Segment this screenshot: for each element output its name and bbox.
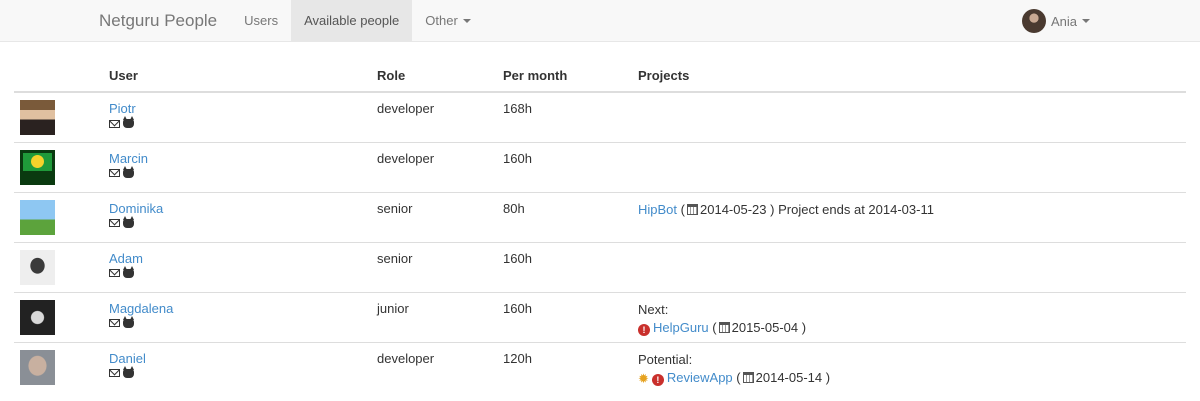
table-row: Adam senior 160h: [14, 241, 1186, 292]
caret-down-icon: [1082, 19, 1091, 23]
mail-icon[interactable]: [109, 219, 120, 227]
avatar: [20, 349, 55, 385]
role-cell: senior: [377, 191, 503, 242]
nav-available-people[interactable]: Available people: [291, 0, 413, 42]
per-month-cell: 168h: [503, 91, 638, 142]
mail-icon[interactable]: [109, 369, 120, 377]
avatar: [20, 249, 55, 285]
star-icon: ✹: [638, 370, 649, 386]
per-month-cell: 160h: [503, 241, 638, 292]
github-icon[interactable]: [123, 215, 134, 228]
project-date: 2014-05-14: [755, 369, 823, 385]
projects-cell: [638, 241, 1186, 292]
nav-other-label: Other: [425, 12, 458, 28]
mail-icon[interactable]: [109, 119, 120, 128]
user-name: Ania: [1051, 13, 1078, 29]
role-cell: senior: [377, 241, 503, 292]
table-header-row: User Role Per month Projects: [14, 68, 1186, 93]
brand[interactable]: Netguru People: [99, 0, 217, 42]
github-icon[interactable]: [123, 165, 134, 178]
paren-close: ): [801, 319, 807, 335]
paren-close: ): [770, 201, 775, 217]
nav-users-label: Users: [244, 12, 279, 28]
avatar: [20, 199, 55, 235]
navbar: Netguru People Users Available people Ot…: [0, 0, 1200, 42]
avatar: [20, 149, 55, 185]
header-per-month: Per month: [503, 68, 638, 93]
github-icon[interactable]: [123, 265, 134, 278]
role-cell: developer: [377, 141, 503, 192]
project-note: Project ends at 2014-03-11: [778, 201, 934, 217]
github-icon[interactable]: [123, 116, 134, 128]
header-role: Role: [377, 68, 503, 93]
table-row: Dominika senior 80h HipBot (2014-05-23 )…: [14, 191, 1186, 242]
per-month-cell: 160h: [503, 291, 638, 342]
projects-cell: [638, 91, 1186, 142]
project-link[interactable]: ReviewApp: [667, 370, 733, 385]
paren-open: (: [680, 201, 685, 217]
per-month-cell: 160h: [503, 141, 638, 192]
avatar: [1022, 9, 1046, 33]
avatar: [20, 100, 55, 135]
user-link[interactable]: Piotr: [109, 101, 136, 116]
mail-icon[interactable]: [109, 169, 120, 177]
role-cell: junior: [377, 291, 503, 342]
table-row: Marcin developer 160h: [14, 141, 1186, 192]
project-heading: Potential:: [638, 351, 693, 367]
table-row: Piotr developer 168h: [14, 91, 1186, 142]
header-projects: Projects: [638, 68, 1186, 93]
role-cell: developer: [377, 91, 503, 142]
calendar-icon: [742, 371, 754, 383]
alert-icon: !: [651, 373, 664, 386]
table-row: Daniel developer 120h Potential: ✹! Revie…: [14, 341, 1186, 392]
main-content: User Role Per month Projects Piotr devel…: [0, 42, 1200, 392]
header-user: User: [109, 68, 377, 93]
project-link[interactable]: HelpGuru: [653, 320, 709, 335]
project-date: 2015-05-04: [731, 319, 799, 335]
calendar-icon: [687, 203, 698, 215]
caret-down-icon: [462, 19, 471, 24]
mail-icon[interactable]: [109, 269, 120, 277]
projects-cell: [638, 141, 1186, 192]
github-icon[interactable]: [123, 315, 134, 328]
user-link[interactable]: Daniel: [109, 351, 146, 366]
user-link[interactable]: Dominika: [109, 201, 163, 216]
paren-open: (: [736, 369, 741, 385]
projects-cell: Next: ! HelpGuru (2015-05-04 ): [638, 291, 1186, 342]
main-nav: Users Available people Other: [231, 0, 484, 42]
user-link[interactable]: Magdalena: [109, 301, 173, 316]
per-month-cell: 80h: [503, 191, 638, 242]
paren-open: (: [712, 319, 717, 335]
header-avatar: [14, 68, 109, 93]
nav-users[interactable]: Users: [231, 0, 291, 42]
role-cell: developer: [377, 341, 503, 392]
nav-other-dropdown[interactable]: Other: [412, 0, 484, 42]
projects-cell: Potential: ✹! ReviewApp (2014-05-14 ): [638, 341, 1186, 392]
calendar-icon: [718, 321, 730, 333]
mail-icon[interactable]: [109, 319, 120, 327]
github-icon[interactable]: [123, 365, 134, 378]
avatar: [20, 299, 55, 335]
project-date: 2014-05-23: [700, 201, 767, 217]
user-link[interactable]: Marcin: [109, 151, 148, 166]
per-month-cell: 120h: [503, 341, 638, 392]
nav-available-people-label: Available people: [304, 12, 400, 28]
people-table: User Role Per month Projects Piotr devel…: [14, 68, 1186, 392]
project-link[interactable]: HipBot: [638, 202, 677, 217]
projects-cell: HipBot (2014-05-23 ) Project ends at 201…: [638, 191, 1186, 242]
table-row: Magdalena junior 160h Next: ! HelpGuru (2…: [14, 291, 1186, 342]
user-link[interactable]: Adam: [109, 251, 143, 266]
paren-close: ): [825, 369, 831, 385]
user-menu[interactable]: Ania: [1022, 0, 1091, 42]
project-heading: Next:: [638, 301, 669, 317]
alert-icon: !: [638, 323, 650, 336]
